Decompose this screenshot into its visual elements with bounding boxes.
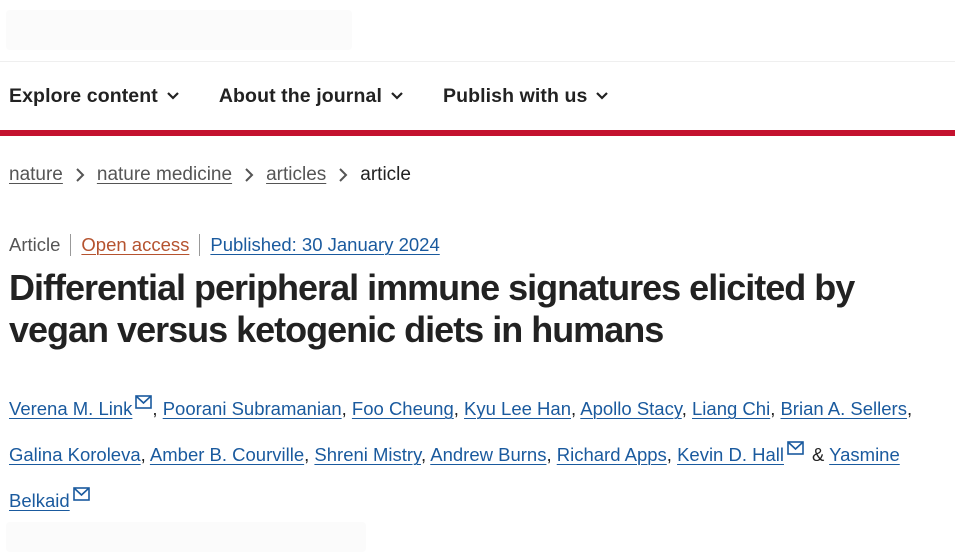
- author-link[interactable]: Kyu Lee Han: [464, 398, 571, 419]
- author-link[interactable]: Brian A. Sellers: [780, 398, 906, 419]
- nav-item-label: Explore content: [9, 84, 158, 107]
- author-link[interactable]: Richard Apps: [557, 444, 667, 465]
- author-separator: ,: [152, 398, 158, 419]
- nav-about-journal[interactable]: About the journal: [219, 85, 403, 108]
- author-separator: ,: [140, 444, 146, 465]
- author-separator: ,: [906, 398, 913, 419]
- author-separator: ,: [681, 398, 687, 419]
- author-link[interactable]: Verena M. Link: [9, 398, 132, 419]
- author-separator: ,: [666, 444, 672, 465]
- author-separator: ,: [420, 444, 427, 465]
- author-link[interactable]: Liang Chi: [692, 398, 770, 419]
- published-date-link[interactable]: Published: 30 January 2024: [200, 234, 439, 256]
- nav-item-label: Publish with us: [442, 84, 588, 107]
- chevron-down-icon: [391, 90, 403, 102]
- author-link[interactable]: Kevin D. Hall: [677, 444, 784, 465]
- chevron-down-icon: [596, 90, 609, 102]
- article-title-line-2: vegan versus ketogenic diets in humans: [9, 309, 664, 350]
- author-list: Verena M. Link, Poorani Subramanian, Foo…: [9, 383, 944, 521]
- author-separator: ,: [304, 444, 310, 465]
- article-meta: Article Open access Published: 30 Januar…: [9, 231, 440, 259]
- mail-icon[interactable]: [135, 383, 153, 409]
- logo-area: [6, 10, 352, 50]
- author-link[interactable]: Foo Cheung: [352, 398, 454, 419]
- chevron-right-icon: [244, 168, 254, 182]
- author-link[interactable]: Amber B. Courville: [150, 444, 304, 465]
- mail-icon[interactable]: [787, 429, 804, 455]
- chevron-down-icon: [167, 90, 179, 102]
- footer-area: [6, 522, 366, 552]
- breadcrumb-nature-medicine[interactable]: nature medicine: [97, 164, 232, 186]
- author-link[interactable]: Shreni Mistry: [314, 444, 421, 465]
- author-link[interactable]: Andrew Burns: [430, 444, 546, 465]
- chevron-right-icon: [338, 168, 348, 182]
- chevron-right-icon: [75, 168, 85, 182]
- article-title: Differential peripheral immune signature…: [9, 267, 939, 351]
- open-access-link[interactable]: Open access: [71, 234, 201, 256]
- author-separator: ,: [453, 398, 459, 419]
- main-nav: Explore content About the journal Publis…: [0, 62, 955, 130]
- author-link[interactable]: Galina Koroleva: [9, 444, 141, 465]
- breadcrumb: nature nature medicine articles article: [9, 160, 411, 190]
- author-separator: ,: [571, 398, 577, 419]
- article-type: Article: [9, 234, 72, 256]
- site-header: [0, 0, 955, 62]
- breadcrumb-current: article: [360, 164, 411, 185]
- author-link[interactable]: Poorani Subramanian: [163, 398, 342, 419]
- mail-icon[interactable]: [72, 475, 90, 501]
- breadcrumb-nature[interactable]: nature: [9, 164, 63, 186]
- author-separator: ,: [341, 398, 347, 419]
- author-separator: ,: [770, 398, 776, 419]
- page: Explore content About the journal Publis…: [0, 0, 955, 558]
- nav-publish-with-us[interactable]: Publish with us: [443, 85, 609, 108]
- article-title-line-1: Differential peripheral immune signature…: [9, 267, 855, 308]
- nav-accent-bar: [0, 130, 955, 136]
- nav-item-label: About the journal: [218, 84, 382, 107]
- author-separator: ,: [546, 444, 552, 465]
- breadcrumb-articles[interactable]: articles: [266, 164, 326, 186]
- author-conjunction: &: [812, 444, 825, 465]
- nav-explore-content[interactable]: Explore content: [9, 85, 179, 108]
- author-link[interactable]: Apollo Stacy: [580, 398, 681, 419]
